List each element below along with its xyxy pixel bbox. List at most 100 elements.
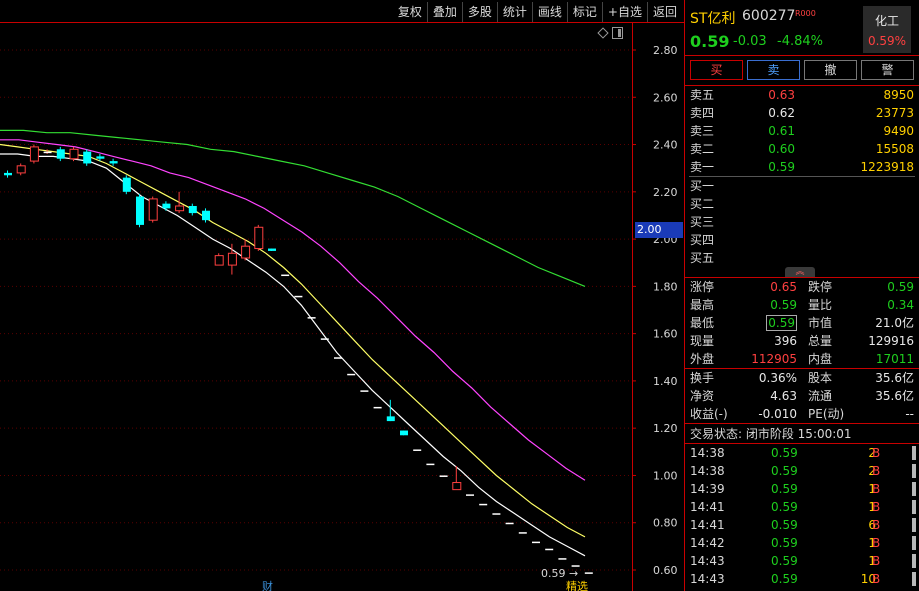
candle[interactable] [413, 449, 422, 451]
candle[interactable] [532, 541, 540, 544]
buy-button[interactable]: 买 [690, 60, 743, 80]
order-book-expand[interactable]: ︽ [685, 267, 919, 277]
candle[interactable] [334, 357, 342, 359]
finance-marker[interactable]: 财 [262, 578, 273, 591]
tick-price: 0.59 [771, 572, 798, 586]
candle-body [400, 430, 408, 436]
bid-row[interactable]: 买一 [685, 177, 919, 195]
candle-body [188, 206, 197, 214]
candle[interactable] [426, 463, 435, 466]
limit-up-label: 涨停 [690, 280, 715, 294]
candle[interactable] [466, 494, 474, 496]
toolbar-add-watchlist-button[interactable]: +自选 [601, 2, 647, 22]
candle[interactable] [505, 522, 514, 525]
candle[interactable] [148, 196, 158, 223]
ask-label: 卖四 [690, 106, 715, 120]
sell-button[interactable]: 卖 [747, 60, 800, 80]
toolbar-back-button[interactable]: 返回 [646, 2, 682, 22]
ask-row[interactable]: 卖一 0.59 1223918 [685, 158, 919, 176]
candle[interactable] [122, 175, 131, 195]
ask-row[interactable]: 卖五 0.63 8950 [685, 86, 919, 104]
candle[interactable] [307, 317, 316, 319]
toolbar-overlay-button[interactable]: 叠加 [426, 2, 462, 22]
candle[interactable] [109, 158, 118, 166]
share-capital-label: 股本 [808, 371, 833, 385]
kline-chart-area[interactable]: 2.80 2.60 2.40 2.20 2.00 1.80 1.60 1.40 1.20 1.00… [0, 0, 684, 591]
tick-time: 14:43 [690, 554, 725, 568]
diamond-icon[interactable] [597, 27, 609, 39]
scrollbar-thumb[interactable] [912, 554, 916, 568]
toolbar-mark-button[interactable]: 标记 [566, 2, 602, 22]
kline-chart[interactable]: 2.80 2.60 2.40 2.20 2.00 1.80 1.60 1.40 1.20 1.00… [0, 0, 684, 591]
candle[interactable] [479, 503, 488, 506]
chevron-up-icon[interactable]: ︽ [785, 267, 815, 277]
bid-row[interactable]: 买四 [685, 231, 919, 249]
candle[interactable] [584, 572, 593, 574]
stock-name[interactable]: ST亿利 [690, 8, 735, 28]
candle-body [584, 572, 593, 574]
candle[interactable] [254, 224, 264, 251]
candle-body [136, 196, 144, 225]
bid-row[interactable]: 买五 [685, 249, 919, 267]
tick-side: B [872, 500, 881, 514]
candle[interactable] [360, 390, 369, 392]
scrollbar-thumb[interactable] [912, 500, 916, 514]
scrollbar-thumb[interactable] [912, 482, 916, 496]
candle[interactable] [16, 163, 26, 176]
scrollbar-thumb[interactable] [912, 446, 916, 460]
candle[interactable] [281, 274, 290, 277]
candle-body [56, 149, 65, 159]
scrollbar-thumb[interactable] [912, 464, 916, 478]
tick-row: 14:41 0.59 1 B [685, 498, 919, 516]
candle[interactable] [29, 144, 39, 164]
order-book: 卖五 0.63 8950 卖四 0.62 23773 卖三 0.61 9490 卖二 0.60 155… [685, 86, 919, 278]
toolbar-draw-line-button[interactable]: 画线 [531, 2, 567, 22]
stock-header: ST亿利 600277 R000 0.59 -0.03 -4.84% 化工 0.… [685, 0, 919, 56]
ma5-line [0, 153, 586, 557]
scrollbar-thumb[interactable] [912, 536, 916, 550]
ask-row[interactable]: 卖四 0.62 23773 [685, 104, 919, 122]
ask-row[interactable]: 卖三 0.61 9490 [685, 122, 919, 140]
candle[interactable] [492, 513, 501, 515]
scrollbar-thumb[interactable] [912, 572, 916, 586]
candle[interactable] [214, 253, 224, 266]
candle[interactable] [188, 203, 197, 216]
scrollbar-thumb[interactable] [912, 518, 916, 532]
candle[interactable] [545, 548, 554, 551]
current-price: 0.59 [690, 32, 730, 51]
toolbar-multi-stock-button[interactable]: 多股 [461, 2, 497, 22]
panel-toggle-icon[interactable] [612, 27, 623, 39]
sector-pct: 0.59% [867, 34, 907, 48]
bid-row[interactable]: 买二 [685, 195, 919, 213]
tick-price: 0.59 [771, 464, 798, 478]
candle[interactable] [439, 475, 448, 477]
cancel-order-button[interactable]: 撤 [804, 60, 857, 80]
candle[interactable] [56, 146, 65, 162]
ask-row[interactable]: 卖二 0.60 15508 [685, 140, 919, 158]
candle[interactable] [294, 295, 303, 298]
candle[interactable] [175, 191, 185, 214]
tick-list[interactable]: 14:38 0.59 2 B 14:38 0.59 2 B 14:39 0.59 1 B 14:41 0.… [685, 444, 919, 588]
tick-row: 14:43 0.59 1 B [685, 552, 919, 570]
candle[interactable] [268, 248, 276, 251]
candle[interactable] [69, 146, 79, 162]
candle[interactable] [83, 149, 92, 166]
ask-price: 0.63 [768, 88, 795, 102]
sector-box[interactable]: 化工 0.59% [863, 6, 911, 53]
candle[interactable] [558, 558, 567, 560]
alert-button[interactable]: 警 [861, 60, 914, 80]
candle[interactable] [320, 338, 329, 340]
candle[interactable] [518, 532, 527, 534]
bid-row[interactable]: 买三 [685, 213, 919, 231]
candle[interactable] [4, 170, 12, 178]
total-volume-value: 129916 [868, 334, 914, 348]
candle[interactable] [373, 406, 382, 409]
candle[interactable] [347, 373, 356, 376]
candle[interactable] [136, 194, 144, 228]
stats-row: 最低 0.59 市值 21.0亿 [685, 314, 919, 332]
toolbar-fuquan-button[interactable]: 复权 [393, 2, 427, 22]
candle[interactable] [400, 430, 408, 436]
toolbar-statistics-button[interactable]: 统计 [496, 2, 532, 22]
candle[interactable] [162, 201, 171, 211]
featured-marker[interactable]: 精选 [566, 578, 588, 591]
